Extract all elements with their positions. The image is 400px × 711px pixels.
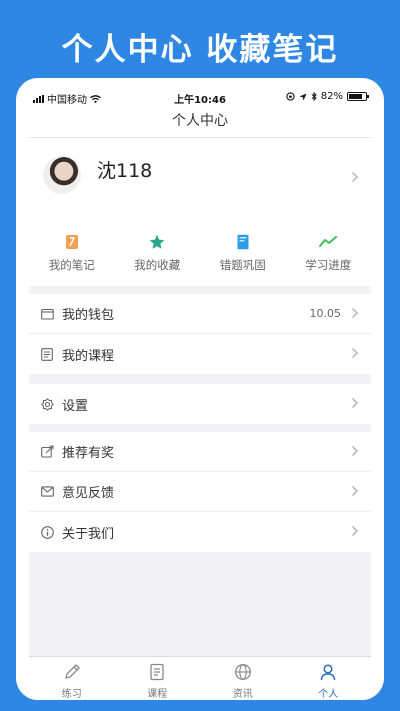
status-bar: 中国移动 上午10:46 82% [29,88,371,106]
tab-news[interactable]: 资讯 [200,657,286,700]
book-icon [237,234,249,250]
menu-item-about[interactable]: 关于我们 [29,512,371,552]
app-screen: 中国移动 上午10:46 82% 个人中心 沈118 我的笔记 我的收藏 错题巩… [29,88,371,700]
menu-item-label: 我的课程 [62,348,115,364]
settings-group: 设置 [29,384,371,424]
tab-label: 练习 [61,689,82,700]
account-group: 我的钱包 10.05 我的课程 [29,294,371,374]
tab-bar: 练习 课程 资讯 个人 [29,656,371,700]
menu-item-wallet[interactable]: 我的钱包 10.05 [29,294,371,334]
chevron-right-icon [352,486,358,496]
mail-icon [41,485,55,499]
trend-icon [319,236,338,247]
tab-label: 个人 [318,689,339,700]
info-icon [41,525,55,539]
bluetooth-icon [311,92,317,101]
profile-section: 沈118 我的笔记 我的收藏 错题巩固 学习进度 [29,138,371,286]
star-icon [149,234,165,249]
wallet-balance: 10.05 [309,307,342,320]
location-icon [299,93,307,100]
chevron-right-icon [352,308,358,318]
status-right: 82% [286,91,369,102]
chevron-right-icon[interactable] [351,171,359,183]
quick-action-mistakes[interactable]: 错题巩固 [200,234,286,273]
chevron-right-icon [352,398,358,408]
menu-item-label: 我的钱包 [62,308,115,323]
quick-action-label: 我的收藏 [134,258,181,272]
navigation-bar: 个人中心 [29,106,371,138]
wallet-icon [41,307,55,321]
quick-action-progress[interactable]: 学习进度 [286,234,372,273]
lock-rotation-icon [286,92,295,101]
quick-actions: 我的笔记 我的收藏 错题巩固 学习进度 [29,234,371,273]
chevron-right-icon [352,446,358,456]
menu-item-label: 推荐有奖 [62,446,115,461]
menu-item-label: 意见反馈 [62,486,115,501]
menu-item-settings[interactable]: 设置 [29,384,371,424]
pencil-icon [65,664,80,679]
share-icon [41,445,55,459]
username[interactable]: 沈118 [97,156,152,183]
gear-icon [41,397,55,411]
battery-fill [349,94,363,99]
document-icon [150,663,164,681]
menu-item-label: 关于我们 [62,526,115,542]
chevron-right-icon [352,526,358,536]
notebook-icon [65,235,78,249]
globe-icon [234,664,251,680]
battery-percent: 82% [320,91,343,102]
chevron-right-icon [352,348,358,358]
tab-label: 资讯 [232,689,253,700]
menu-item-label: 设置 [62,398,89,414]
promo-headline: 个人中心 收藏笔记 [61,32,339,68]
support-group: 推荐有奖 意见反馈 关于我们 [29,432,371,552]
quick-action-notes[interactable]: 我的笔记 [29,234,115,273]
quick-action-label: 我的笔记 [48,258,95,272]
course-list-icon [41,347,55,361]
page-title: 个人中心 [172,113,228,129]
tab-courses[interactable]: 课程 [115,657,201,700]
tab-practice[interactable]: 练习 [29,657,115,700]
quick-action-label: 学习进度 [305,258,352,272]
person-icon [321,664,336,681]
avatar[interactable] [43,156,81,194]
tab-personal[interactable]: 个人 [286,657,372,700]
phone-frame: 中国移动 上午10:46 82% 个人中心 沈118 我的笔记 我的收藏 错题巩… [16,78,384,700]
tab-label: 课程 [147,689,168,700]
menu-item-feedback[interactable]: 意见反馈 [29,472,371,512]
menu-item-courses[interactable]: 我的课程 [29,334,371,374]
quick-action-favorites[interactable]: 我的收藏 [115,234,201,273]
menu-item-recommend[interactable]: 推荐有奖 [29,432,371,472]
battery-icon [347,92,369,101]
quick-action-label: 错题巩固 [219,258,266,272]
